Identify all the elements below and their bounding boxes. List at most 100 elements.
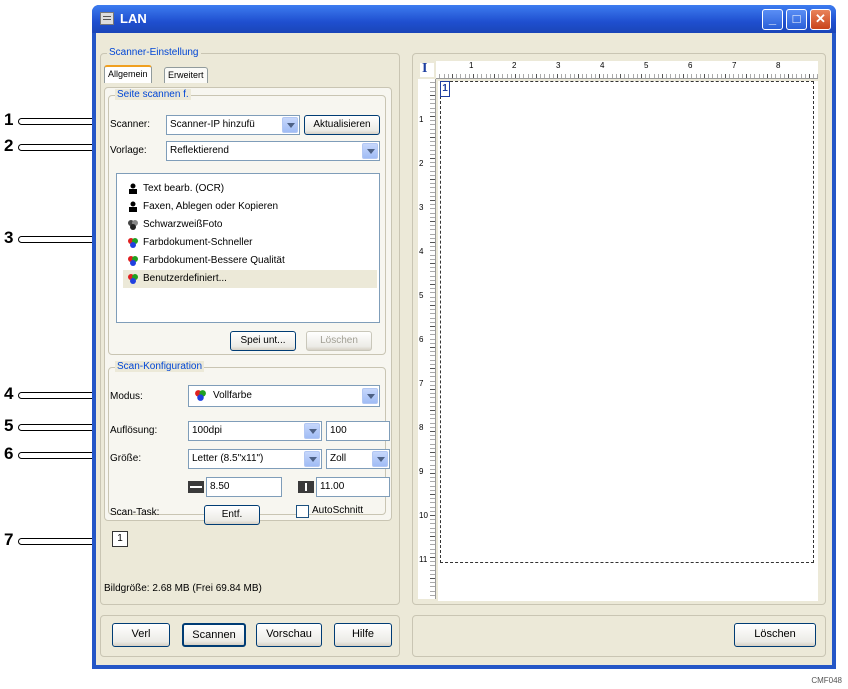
color-icon xyxy=(128,238,138,248)
preview-button[interactable]: Vorschau xyxy=(256,623,322,647)
autocrop-label: AutoSchnitt xyxy=(312,505,364,516)
size-select[interactable]: Letter (8.5"x11") xyxy=(188,449,322,469)
list-item[interactable]: Benutzerdefiniert... xyxy=(123,270,377,288)
color-icon xyxy=(195,390,206,401)
resolution-select-value: 100dpi xyxy=(192,425,223,436)
bw-document-icon xyxy=(129,201,137,212)
clear-preview-button[interactable]: Löschen xyxy=(734,623,816,647)
height-icon xyxy=(298,481,314,493)
height-input[interactable]: 11.00 xyxy=(316,477,390,497)
ruler-number: 7 xyxy=(732,61,737,70)
vertical-ruler: 1 2 3 4 5 6 7 8 9 10 11 xyxy=(418,79,436,599)
title-bar[interactable]: LAN _ □ ✕ xyxy=(92,5,836,33)
scan-config-legend: Scan-Konfiguration xyxy=(115,361,205,372)
tab-allgemein[interactable]: Allgemein xyxy=(104,65,152,83)
list-item[interactable]: Faxen, Ablegen oder Kopieren xyxy=(123,198,377,216)
image-code: CMF048 xyxy=(811,676,842,685)
preset-list[interactable]: Text bearb. (OCR) Faxen, Ablegen oder Ko… xyxy=(116,173,380,323)
resolution-number-input[interactable]: 100 xyxy=(326,421,390,441)
scan-area-frame[interactable] xyxy=(440,81,814,563)
close-button[interactable]: Verl xyxy=(112,623,170,647)
mode-select[interactable]: Vollfarbe xyxy=(188,385,380,407)
callout-7: 7 xyxy=(4,530,14,549)
scan-page-legend: Seite scannen f. xyxy=(115,89,191,100)
preset-label: Farbdokument-Schneller xyxy=(143,237,253,248)
ruler-number: 3 xyxy=(419,203,424,212)
preview-canvas[interactable]: 1 xyxy=(438,81,818,601)
window-client: Scanner-Einstellung Allgemein Erweitert … xyxy=(96,33,832,665)
ruler-number: 7 xyxy=(419,379,424,388)
ruler-number: 4 xyxy=(600,61,605,70)
ruler-number: 8 xyxy=(776,61,781,70)
minimize-button[interactable]: _ xyxy=(762,9,783,30)
scan-task-tab[interactable]: 1 xyxy=(112,531,128,547)
preset-label: Text bearb. (OCR) xyxy=(143,183,225,194)
callout-6: 6 xyxy=(4,444,14,463)
list-item[interactable]: Text bearb. (OCR) xyxy=(123,180,377,198)
ruler-number: 1 xyxy=(419,115,424,124)
size-label: Größe: xyxy=(110,453,142,464)
scanner-select[interactable]: Scanner-IP hinzufü xyxy=(166,115,300,135)
width-input[interactable]: 8.50 xyxy=(206,477,282,497)
callout-5: 5 xyxy=(4,416,14,435)
preset-label: Faxen, Ablegen oder Kopieren xyxy=(143,201,279,212)
scanner-label: Scanner: xyxy=(110,119,151,130)
unit-select[interactable]: Zoll xyxy=(326,449,390,469)
preset-label: Farbdokument-Bessere Qualität xyxy=(143,255,285,266)
size-select-value: Letter (8.5"x11") xyxy=(192,453,264,464)
tab-erweitert[interactable]: Erweitert xyxy=(164,67,208,83)
window-icon xyxy=(100,12,114,25)
ruler-number: 5 xyxy=(644,61,649,70)
mode-label: Modus: xyxy=(110,391,143,402)
color-icon xyxy=(128,274,138,284)
ruler-number: 8 xyxy=(419,423,424,432)
template-select[interactable]: Reflektierend xyxy=(166,141,380,161)
chevron-down-icon[interactable] xyxy=(362,143,378,159)
ruler-corner-icon xyxy=(420,61,434,77)
width-icon xyxy=(188,481,204,493)
scan-button[interactable]: Scannen xyxy=(182,623,246,647)
ruler-number: 4 xyxy=(419,247,424,256)
chevron-down-icon[interactable] xyxy=(362,388,378,404)
refresh-button[interactable]: Aktualisieren xyxy=(304,115,380,135)
delete-preset-button[interactable]: Löschen xyxy=(306,331,372,351)
ruler-number: 1 xyxy=(469,61,474,70)
chevron-down-icon[interactable] xyxy=(282,117,298,133)
help-button[interactable]: Hilfe xyxy=(334,623,392,647)
scanner-settings-legend: Scanner-Einstellung xyxy=(107,47,201,58)
callout-2: 2 xyxy=(4,136,14,155)
ruler-number: 5 xyxy=(419,291,424,300)
maximize-button[interactable]: □ xyxy=(786,9,807,30)
chevron-down-icon[interactable] xyxy=(304,423,320,439)
window-title: LAN xyxy=(120,11,147,26)
list-item[interactable]: Farbdokument-Schneller xyxy=(123,234,377,252)
autocrop-checkbox[interactable] xyxy=(296,505,309,518)
callout-1: 1 xyxy=(4,110,14,129)
color-icon xyxy=(128,256,138,266)
lan-window: LAN _ □ ✕ Scanner-Einstellung Allgemein … xyxy=(92,5,836,669)
ruler-number: 11 xyxy=(419,555,428,564)
scan-area-marker[interactable]: 1 xyxy=(440,81,450,97)
ruler-number: 6 xyxy=(688,61,693,70)
callout-3: 3 xyxy=(4,228,14,247)
unit-select-value: Zoll xyxy=(330,453,347,464)
ruler-number: 6 xyxy=(419,335,424,344)
chevron-down-icon[interactable] xyxy=(372,451,388,467)
horizontal-ruler: 1 2 3 4 5 6 7 8 xyxy=(436,61,818,79)
save-as-button[interactable]: Spei unt... xyxy=(230,331,296,351)
chevron-down-icon[interactable] xyxy=(304,451,320,467)
bw-document-icon xyxy=(129,183,137,194)
list-item[interactable]: Farbdokument-Bessere Qualität xyxy=(123,252,377,270)
remove-task-button[interactable]: Entf. xyxy=(204,505,260,525)
image-size-status: Bildgröße: 2.68 MB (Frei 69.84 MB) xyxy=(104,583,262,594)
preset-label: SchwarzweißFoto xyxy=(143,219,223,230)
ruler-number: 9 xyxy=(419,467,424,476)
close-window-button[interactable]: ✕ xyxy=(810,9,831,30)
ruler-number: 3 xyxy=(556,61,561,70)
list-item[interactable]: SchwarzweißFoto xyxy=(123,216,377,234)
mode-select-value: Vollfarbe xyxy=(213,390,252,401)
resolution-select[interactable]: 100dpi xyxy=(188,421,322,441)
ruler-number: 2 xyxy=(419,159,424,168)
resolution-label: Auflösung: xyxy=(110,425,158,436)
ruler-number: 10 xyxy=(419,511,428,520)
